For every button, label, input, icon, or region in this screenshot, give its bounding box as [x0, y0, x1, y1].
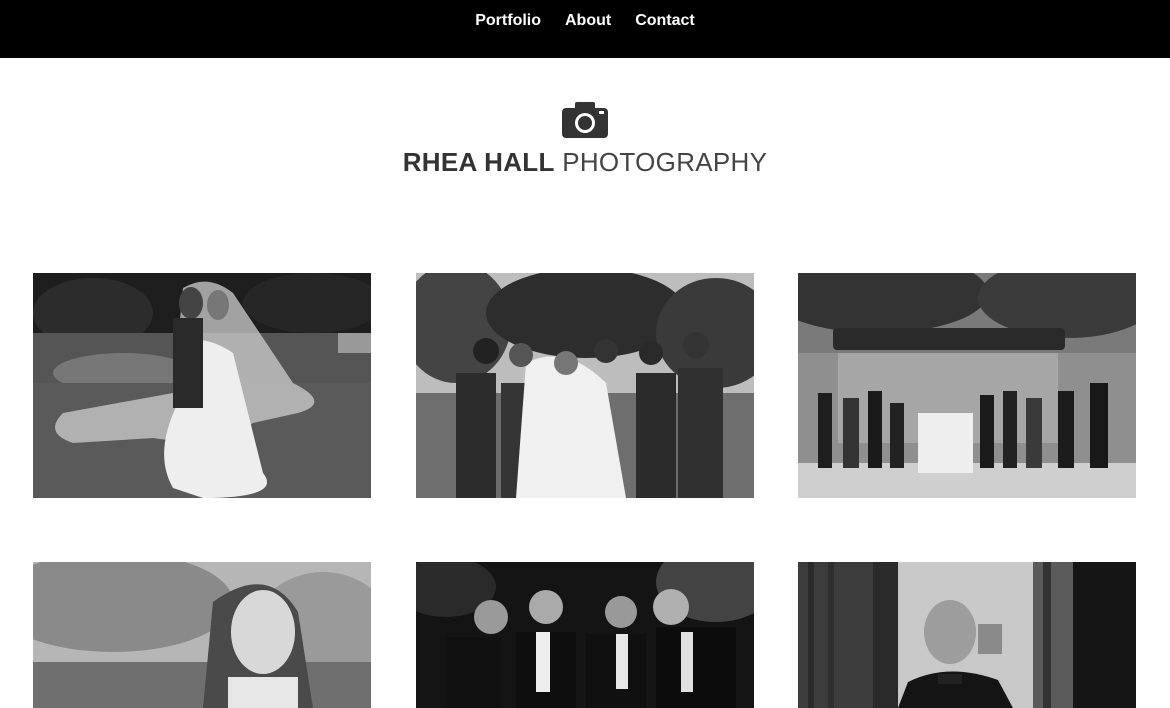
bride-bridesmaids-photo	[416, 273, 754, 498]
gallery-photo-1[interactable]	[33, 273, 371, 498]
bride-groom-veil-photo	[33, 273, 371, 498]
gallery-photo-2[interactable]	[416, 273, 754, 498]
site-title-light: PHOTOGRAPHY	[562, 147, 768, 177]
gallery-photo-3[interactable]	[798, 273, 1136, 498]
gallery-photo-6[interactable]	[798, 562, 1136, 708]
gallery-photo-4[interactable]	[33, 562, 371, 708]
bride-portrait-photo	[33, 562, 371, 708]
nav-about-link[interactable]: About	[565, 12, 611, 30]
camera-icon	[562, 102, 608, 138]
site-title: RHEA HALL PHOTOGRAPHY	[403, 147, 768, 177]
top-navigation: Portfolio About Contact	[0, 0, 1170, 58]
wedding-party-bus-shelter-photo	[798, 273, 1136, 498]
nav-portfolio-link[interactable]: Portfolio	[475, 12, 541, 30]
site-title-bold: RHEA HALL	[402, 147, 555, 177]
gallery-photo-5[interactable]	[416, 562, 754, 708]
groom-window-photo	[798, 562, 1136, 708]
groomsmen-laughing-photo	[416, 562, 754, 708]
nav-contact-link[interactable]: Contact	[635, 12, 695, 30]
site-logo[interactable]: RHEA HALL PHOTOGRAPHY	[0, 100, 1170, 177]
